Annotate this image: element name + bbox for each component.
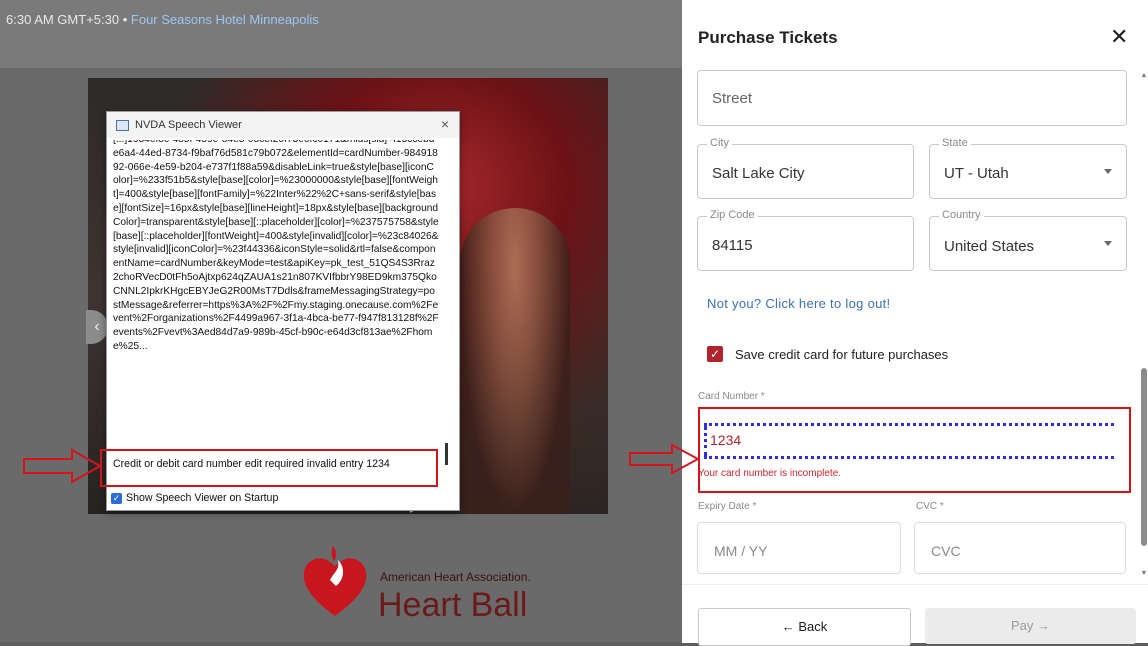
nvda-scrollbar[interactable] bbox=[443, 140, 451, 476]
cvc-input[interactable]: CVC bbox=[914, 522, 1126, 574]
logo-organization: American Heart Association. bbox=[380, 570, 531, 584]
city-value: Salt Lake City bbox=[712, 165, 805, 182]
country-select[interactable]: Country United States bbox=[929, 209, 1127, 271]
card-number-input[interactable]: 1234 bbox=[704, 423, 1114, 459]
pay-button[interactable]: Pay → bbox=[925, 608, 1136, 644]
annotation-arrow-icon bbox=[23, 448, 102, 484]
checkbox-checked-icon[interactable]: ✓ bbox=[707, 346, 723, 362]
heart-torch-icon bbox=[303, 546, 367, 616]
annotation-arrow-icon bbox=[629, 443, 700, 475]
focus-indicator bbox=[704, 426, 707, 456]
country-label: Country bbox=[939, 209, 984, 221]
card-number-label: Card Number * bbox=[698, 391, 765, 402]
city-label: City bbox=[707, 137, 732, 149]
panel-title: Purchase Tickets bbox=[698, 28, 838, 47]
close-icon[interactable]: × bbox=[441, 116, 449, 132]
city-field[interactable]: City Salt Lake City bbox=[697, 137, 914, 199]
back-button[interactable]: ← Back bbox=[698, 608, 911, 646]
panel-scrollbar[interactable]: ▲ ▼ bbox=[1140, 68, 1148, 584]
annotation-box-speech bbox=[100, 449, 438, 487]
performer-image bbox=[460, 208, 570, 514]
logo-event-name: Heart Ball bbox=[378, 586, 528, 624]
state-value: UT - Utah bbox=[944, 165, 1009, 182]
zip-code-label: Zip Code bbox=[707, 209, 758, 221]
startup-option[interactable]: ✓ Show Speech Viewer on Startup bbox=[111, 492, 278, 504]
street-placeholder: Street bbox=[712, 90, 753, 107]
separator: • bbox=[122, 12, 128, 27]
cvc-placeholder: CVC bbox=[931, 543, 961, 559]
heart-ball-logo: American Heart Association. Heart Ball bbox=[300, 542, 560, 624]
event-venue-link[interactable]: Four Seasons Hotel Minneapolis bbox=[131, 12, 319, 27]
event-time: 6:30 AM GMT+5:30 bbox=[6, 12, 120, 27]
zip-code-field[interactable]: Zip Code 84115 bbox=[697, 209, 914, 271]
nvda-speech-log[interactable]: [...]1934ef8c-485f-459e-84e8-05cef20f73e… bbox=[111, 140, 443, 476]
zip-code-value: 84115 bbox=[712, 237, 753, 254]
nvda-scroll-thumb[interactable] bbox=[445, 443, 448, 465]
expiry-date-input[interactable]: MM / YY bbox=[697, 522, 901, 574]
street-field[interactable]: Street bbox=[697, 70, 1127, 126]
card-number-value: 1234 bbox=[710, 432, 742, 448]
logout-link[interactable]: Not you? Click here to log out! bbox=[707, 296, 890, 311]
expiry-date-label: Expiry Date * bbox=[698, 501, 757, 512]
country-value: United States bbox=[944, 238, 1035, 255]
state-select[interactable]: State UT - Utah bbox=[929, 137, 1127, 199]
chevron-down-icon bbox=[1104, 169, 1112, 174]
pay-button-label: Pay → bbox=[1010, 618, 1050, 633]
expiry-placeholder: MM / YY bbox=[714, 543, 768, 559]
scroll-down-icon[interactable]: ▼ bbox=[1140, 570, 1148, 577]
close-icon[interactable]: ✕ bbox=[1110, 24, 1128, 50]
card-number-error: Your card number is incomplete. bbox=[698, 468, 842, 479]
checkbox-checked-icon[interactable]: ✓ bbox=[111, 492, 122, 504]
nvda-window-title: NVDA Speech Viewer bbox=[135, 119, 242, 131]
window-app-icon bbox=[116, 120, 129, 131]
event-datetime-venue: 6:30 AM GMT+5:30 • Four Seasons Hotel Mi… bbox=[6, 12, 319, 27]
back-button-label: ← Back bbox=[781, 619, 828, 634]
speech-log-text: [...]1934ef8c-485f-459e-84e8-05cef20f73e… bbox=[113, 140, 439, 352]
event-header: 6:30 AM GMT+5:30 • Four Seasons Hotel Mi… bbox=[0, 0, 682, 68]
startup-option-label: Show Speech Viewer on Startup bbox=[126, 492, 279, 504]
state-label: State bbox=[939, 137, 971, 149]
nvda-titlebar[interactable]: NVDA Speech Viewer × bbox=[107, 112, 459, 138]
panel-header: Purchase Tickets ✕ bbox=[682, 0, 1148, 68]
save-card-option[interactable]: ✓ Save credit card for future purchases bbox=[707, 346, 948, 362]
save-card-label: Save credit card for future purchases bbox=[735, 346, 949, 362]
chevron-down-icon bbox=[1104, 241, 1112, 246]
panel-scroll-thumb[interactable] bbox=[1141, 368, 1147, 546]
scroll-up-icon[interactable]: ▲ bbox=[1140, 72, 1148, 79]
cvc-label: CVC * bbox=[916, 501, 944, 512]
